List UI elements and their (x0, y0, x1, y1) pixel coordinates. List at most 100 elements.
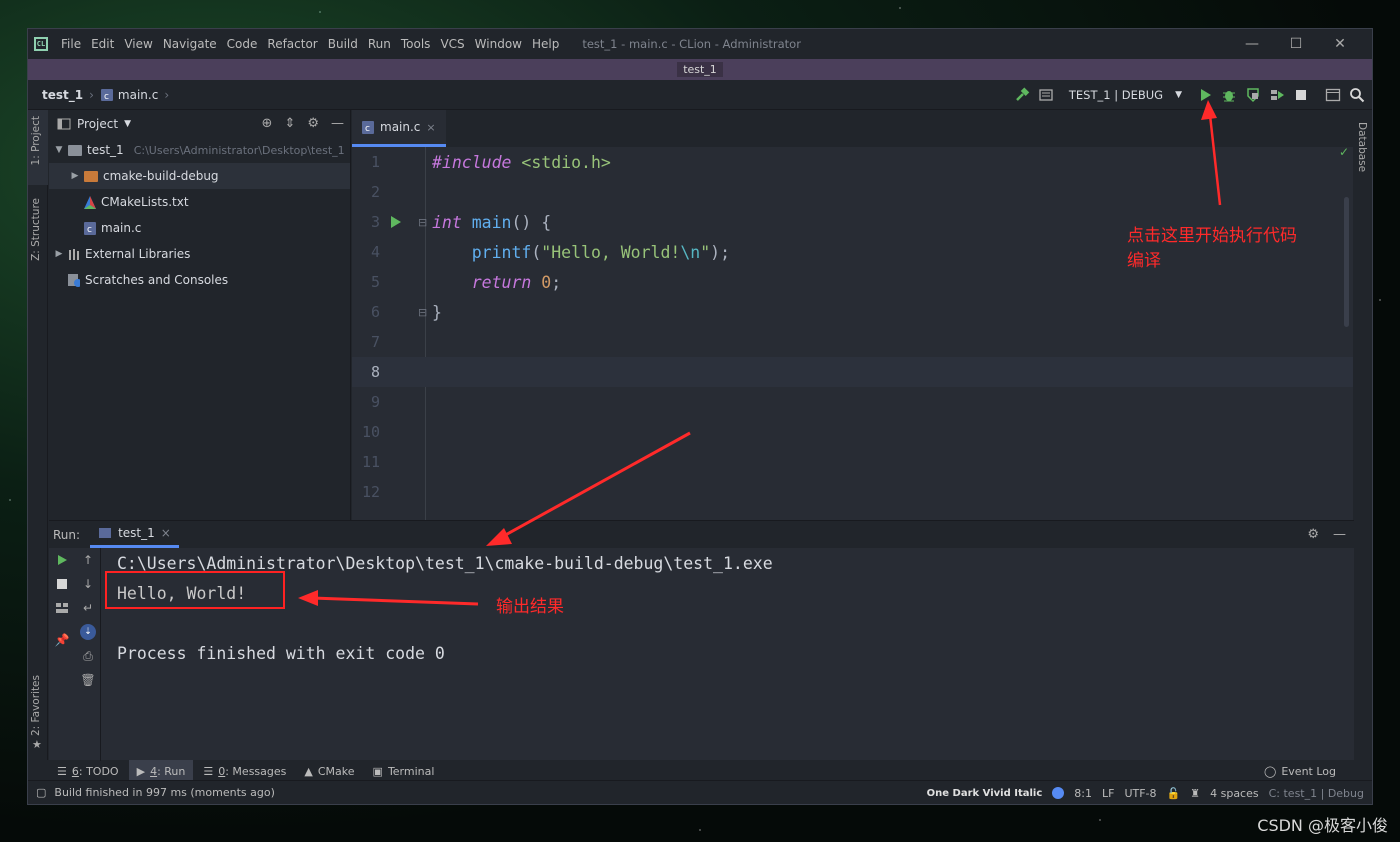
tool-tab-run[interactable]: ▶ 4: Run (128, 760, 194, 782)
hector-icon[interactable]: ♜ (1190, 787, 1200, 800)
menu-edit[interactable]: Edit (86, 37, 119, 51)
coverage-icon[interactable] (1244, 86, 1262, 104)
stop-icon[interactable] (1292, 86, 1310, 104)
terminal-window-icon[interactable] (1324, 86, 1342, 104)
project-band-label[interactable]: test_1 (677, 62, 723, 77)
run-gutter-icon[interactable] (390, 215, 402, 229)
breadcrumb: test_1 › c main.c › (42, 88, 175, 102)
maximize-button[interactable]: ☐ (1274, 36, 1318, 52)
menu-navigate[interactable]: Navigate (158, 37, 222, 51)
run-tab-test-1[interactable]: test_1 × (90, 521, 179, 548)
profiler-icon[interactable] (1268, 86, 1286, 104)
line-number: 7 (370, 333, 380, 351)
resolve-context[interactable]: C: test_1 | Debug (1269, 787, 1364, 800)
close-tab-icon[interactable]: × (426, 121, 435, 134)
tool-window-structure[interactable]: Z: Structure (30, 198, 42, 261)
close-window-button[interactable]: ✕ (1318, 36, 1362, 52)
code-line: 1 #include <stdio.h> (352, 147, 1353, 177)
hide-icon[interactable]: — (1333, 527, 1346, 542)
rerun-icon[interactable] (49, 548, 75, 572)
arrow-up-icon[interactable]: ↑ (75, 548, 101, 572)
menu-vcs[interactable]: VCS (435, 37, 469, 51)
output-annotation: 输出结果 (496, 597, 564, 617)
menu-build[interactable]: Build (323, 37, 363, 51)
collapsed-arrow-icon[interactable]: ▶ (53, 249, 65, 259)
tree-item-cmakelists[interactable]: CMakeLists.txt (49, 189, 350, 215)
line-number: 9 (370, 393, 380, 411)
project-view-selector[interactable]: Project (77, 117, 118, 131)
search-icon[interactable] (1348, 86, 1366, 104)
gear-icon[interactable]: ⚙ (1307, 527, 1319, 542)
theme-name[interactable]: One Dark Vivid Italic (927, 788, 1043, 799)
collapsed-arrow-icon[interactable]: ▶ (69, 171, 81, 181)
soft-wrap-icon[interactable]: ↵ (75, 596, 101, 620)
console-icon (99, 528, 112, 538)
fold-icon[interactable]: ⊟ (418, 216, 427, 229)
play-icon[interactable] (1196, 86, 1214, 104)
layout-icon[interactable] (49, 596, 75, 620)
menu-view[interactable]: View (119, 37, 157, 51)
toggle-tool-windows-icon[interactable]: ▢ (36, 786, 46, 799)
status-bar: ▢ Build finished in 997 ms (moments ago)… (28, 780, 1372, 804)
status-message[interactable]: Build finished in 997 ms (moments ago) (54, 786, 274, 799)
scroll-to-end-icon[interactable]: ⇣ (75, 620, 101, 644)
hammer-icon[interactable] (1013, 86, 1031, 104)
gear-icon[interactable]: ⚙ (307, 116, 319, 131)
collapse-all-icon[interactable]: ⇕ (284, 116, 295, 131)
indent-setting[interactable]: 4 spaces (1210, 787, 1259, 800)
trash-icon[interactable]: 🗑 (75, 668, 101, 692)
file-encoding[interactable]: UTF-8 (1124, 787, 1156, 800)
console-actions: ↑ ↓ ↵ ⇣ ⎙ 🗑 (75, 548, 101, 761)
window-controls: — ☐ ✕ (1230, 29, 1362, 59)
tree-item-external-libraries[interactable]: ▶ External Libraries (49, 241, 350, 267)
tool-window-project[interactable]: 1: Project (30, 116, 42, 165)
locate-icon[interactable]: ⊕ (262, 116, 273, 131)
tree-item-scratches[interactable]: Scratches and Consoles (49, 267, 350, 293)
breadcrumb-file[interactable]: main.c (118, 88, 158, 102)
run-configuration-selector[interactable]: TEST_1 | DEBUG ▼ (1061, 88, 1190, 102)
menu-help[interactable]: Help (527, 37, 564, 51)
chevron-down-icon[interactable]: ▼ (124, 119, 131, 129)
watermark: CSDN @极客小俊 (1257, 816, 1388, 835)
menu-tools[interactable]: Tools (396, 37, 436, 51)
stop-icon[interactable] (49, 572, 75, 596)
project-view-icon (57, 118, 71, 129)
code-editor[interactable]: ✓ 1 #include <stdio.h> 2 3 ⊟ int main() … (352, 147, 1353, 520)
line-number: 8 (370, 363, 380, 381)
menu-file[interactable]: File (56, 37, 86, 51)
hide-icon[interactable]: — (331, 116, 344, 131)
close-tab-icon[interactable]: × (161, 526, 171, 540)
pin-icon[interactable]: 📌 (49, 628, 75, 652)
line-separator[interactable]: LF (1102, 787, 1114, 800)
code-line: 10 (352, 417, 1353, 447)
breadcrumb-project[interactable]: test_1 (42, 88, 83, 102)
menu-run[interactable]: Run (363, 37, 396, 51)
tool-tab-event-log[interactable]: ◯ Event Log (1256, 760, 1344, 782)
tool-window-favorites[interactable]: 2: Favorites (30, 675, 42, 736)
menu-refactor[interactable]: Refactor (262, 37, 322, 51)
bug-icon[interactable] (1220, 86, 1238, 104)
tool-tab-cmake[interactable]: ▲ CMake (296, 760, 362, 782)
tool-tab-messages[interactable]: ☰ 0: Messages (195, 760, 294, 782)
console-line: Process finished with exit code 0 (117, 644, 445, 663)
menu-window[interactable]: Window (470, 37, 527, 51)
svg-text:c: c (365, 124, 370, 134)
print-icon[interactable]: ⎙ (75, 644, 101, 668)
tab-main-c[interactable]: c main.c × (352, 110, 446, 147)
minimize-button[interactable]: — (1230, 36, 1274, 52)
caret-position[interactable]: 8:1 (1074, 787, 1092, 800)
console-output[interactable]: C:\Users\Administrator\Desktop\test_1\cm… (117, 549, 773, 669)
arrow-down-icon[interactable]: ↓ (75, 572, 101, 596)
configurations-icon[interactable] (1037, 86, 1055, 104)
tool-tab-todo[interactable]: ☰ 6: TODO (49, 760, 127, 782)
tool-tab-terminal[interactable]: ▣ Terminal (365, 760, 443, 782)
fold-icon[interactable]: ⊟ (418, 306, 427, 319)
lock-icon[interactable]: 🔓 (1167, 787, 1181, 800)
right-tool-stripe: Database (1352, 110, 1372, 760)
tree-item-main-c[interactable]: c main.c (49, 215, 350, 241)
expanded-arrow-icon[interactable]: ▼ (53, 145, 65, 155)
tree-item-test-1[interactable]: ▼ test_1 C:\Users\Administrator\Desktop\… (49, 137, 350, 163)
menu-code[interactable]: Code (222, 37, 263, 51)
tool-window-database[interactable]: Database (1356, 122, 1368, 172)
tree-item-cmake-build-debug[interactable]: ▶ cmake-build-debug (49, 163, 350, 189)
